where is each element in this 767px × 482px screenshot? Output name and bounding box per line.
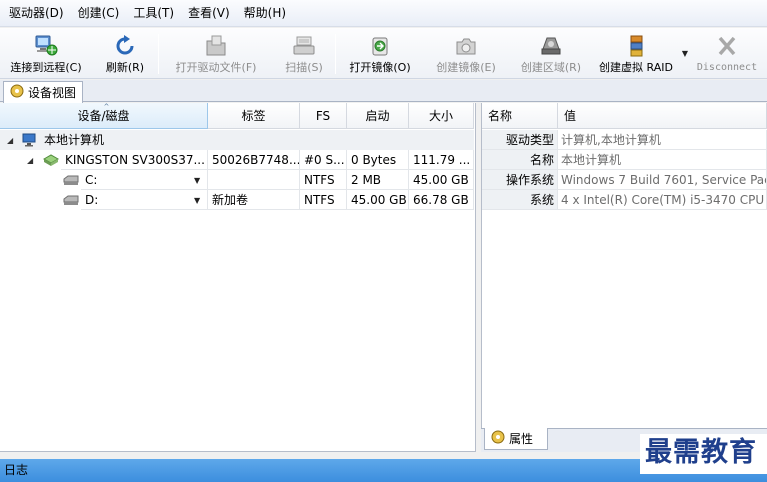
create-region-button[interactable]: 创建区域(R) xyxy=(508,28,594,78)
property-name: 驱动类型 xyxy=(482,130,558,150)
open-drive-files-label: 打开驱动文件(F) xyxy=(175,61,257,74)
column-header-start[interactable]: 启动 xyxy=(347,103,409,129)
create-virtual-raid-button[interactable]: 创建虚拟 RAID xyxy=(594,28,678,78)
disk-name: KINGSTON SV300S37... xyxy=(61,150,208,170)
properties-icon xyxy=(491,430,505,447)
refresh-button[interactable]: 刷新(R) xyxy=(92,28,158,78)
column-header-fs[interactable]: FS xyxy=(300,103,347,129)
partition-size: 45.00 GB xyxy=(409,170,474,190)
scan-button[interactable]: 扫描(S) xyxy=(273,28,335,78)
disconnect-button[interactable]: Disconnect xyxy=(692,28,762,78)
folder-drive-icon xyxy=(203,34,229,58)
column-header-device[interactable]: ^ 设备/磁盘 xyxy=(0,103,208,129)
toolbar: 连接到远程(C) 刷新(R) 打开驱动文件(F) 扫描(S) 打开镜像(O) 创… xyxy=(0,28,767,79)
property-name: 系统 xyxy=(482,190,558,210)
table-row-partition-c[interactable]: C: ▼ NTFS 2 MB 45.00 GB xyxy=(0,170,474,190)
collapse-arrow-icon[interactable]: ◢ xyxy=(7,136,13,145)
partition-size: 66.78 GB xyxy=(409,190,474,210)
menu-bar: 驱动器(D) 创建(C) 工具(T) 查看(V) 帮助(H) xyxy=(0,0,767,27)
partition-start: 2 MB xyxy=(347,170,409,190)
scan-label: 扫描(S) xyxy=(285,61,323,74)
disk-start: 0 Bytes xyxy=(347,150,409,170)
computer-network-icon xyxy=(33,34,59,58)
menu-tools[interactable]: 工具(T) xyxy=(126,0,181,27)
property-value: Windows 7 Build 7601, Service Pack 1 xyxy=(558,170,767,190)
property-name: 名称 xyxy=(482,150,558,170)
property-value: 4 x Intel(R) Core(TM) i5-3470 CPU @ 3.20… xyxy=(558,190,767,210)
menu-create[interactable]: 创建(C) xyxy=(71,0,127,27)
tab-device-view-label: 设备视图 xyxy=(28,86,77,100)
property-value: 计算机,本地计算机 xyxy=(558,130,767,150)
tab-properties-label: 属性 xyxy=(509,432,534,446)
column-header-label[interactable]: 标签 xyxy=(208,103,300,129)
partition-dropdown-arrow[interactable]: ▼ xyxy=(194,176,200,185)
table-row-local-computer[interactable]: ◢ 本地计算机 xyxy=(0,130,474,150)
refresh-label: 刷新(R) xyxy=(105,61,145,74)
collapse-arrow-icon[interactable]: ◢ xyxy=(27,156,33,165)
partition-dropdown-arrow[interactable]: ▼ xyxy=(194,196,200,205)
open-image-icon xyxy=(367,34,393,58)
view-tabstrip: 设备视图 xyxy=(0,80,767,103)
column-header-value[interactable]: 值 xyxy=(558,103,767,129)
partition-start: 45.00 GB xyxy=(347,190,409,210)
properties-panel: 名称 值 驱动类型 计算机,本地计算机 名称 本地计算机 操作系统 Window… xyxy=(481,103,767,428)
watermark: 最需教育 xyxy=(640,434,767,474)
partition-icon xyxy=(62,195,80,209)
raid-stack-icon xyxy=(623,34,649,58)
column-header-size[interactable]: 大小 xyxy=(409,103,474,129)
menu-view[interactable]: 查看(V) xyxy=(181,0,237,27)
property-row[interactable]: 名称 本地计算机 xyxy=(482,150,767,170)
partition-fs: NTFS xyxy=(300,170,347,190)
open-drive-files-button[interactable]: 打开驱动文件(F) xyxy=(159,28,273,78)
disconnect-label: Disconnect xyxy=(696,62,758,73)
partition-icon xyxy=(62,175,80,189)
partition-label: 新加卷 xyxy=(208,190,300,210)
partition-name: D: xyxy=(81,190,208,210)
disk-label: 50026B7748... xyxy=(208,150,300,170)
group-label: 本地计算机 xyxy=(44,133,105,147)
property-row[interactable]: 操作系统 Windows 7 Build 7601, Service Pack … xyxy=(482,170,767,190)
property-row[interactable]: 驱动类型 计算机,本地计算机 xyxy=(482,130,767,150)
partition-fs: NTFS xyxy=(300,190,347,210)
open-image-button[interactable]: 打开镜像(O) xyxy=(336,28,424,78)
camera-icon xyxy=(453,34,479,58)
property-row[interactable]: 系统 4 x Intel(R) Core(TM) i5-3470 CPU @ 3… xyxy=(482,190,767,210)
menu-help[interactable]: 帮助(H) xyxy=(237,0,293,27)
connect-remote-label: 连接到远程(C) xyxy=(10,61,82,74)
connect-remote-button[interactable]: 连接到远程(C) xyxy=(0,28,92,78)
partition-label xyxy=(208,170,300,190)
create-image-label: 创建镜像(E) xyxy=(436,61,496,74)
drive-region-icon xyxy=(538,34,564,58)
device-list: ^ 设备/磁盘 标签 FS 启动 大小 ◢ 本地计算机 ◢ KINGSTON S… xyxy=(0,103,476,452)
column-header-name[interactable]: 名称 xyxy=(482,103,558,129)
disconnect-icon xyxy=(714,34,740,58)
open-image-label: 打开镜像(O) xyxy=(349,61,411,74)
device-view-icon xyxy=(10,84,24,101)
menu-drive[interactable]: 驱动器(D) xyxy=(2,0,71,27)
create-virtual-raid-label: 创建虚拟 RAID xyxy=(599,61,673,74)
tab-device-view[interactable]: 设备视图 xyxy=(3,81,83,103)
create-image-button[interactable]: 创建镜像(E) xyxy=(424,28,508,78)
hard-disk-icon xyxy=(42,153,60,170)
refresh-icon xyxy=(112,34,138,58)
scanner-icon xyxy=(291,34,317,58)
property-value: 本地计算机 xyxy=(558,150,767,170)
create-region-label: 创建区域(R) xyxy=(520,61,582,74)
disk-size: 111.79 ... xyxy=(409,150,474,170)
partition-name: C: xyxy=(81,170,208,190)
sort-ascending-icon: ^ xyxy=(103,103,110,111)
table-row-partition-d[interactable]: D: ▼ 新加卷 NTFS 45.00 GB 66.78 GB xyxy=(0,190,474,210)
raid-dropdown-arrow[interactable]: ▼ xyxy=(678,28,692,78)
property-name: 操作系统 xyxy=(482,170,558,190)
table-row-disk[interactable]: ◢ KINGSTON SV300S37... 50026B7748... #0 … xyxy=(0,150,474,170)
computer-icon xyxy=(22,133,38,150)
disk-fs: #0 S... xyxy=(300,150,347,170)
log-label[interactable]: 日志 xyxy=(4,463,28,477)
tab-properties[interactable]: 属性 xyxy=(484,428,548,450)
